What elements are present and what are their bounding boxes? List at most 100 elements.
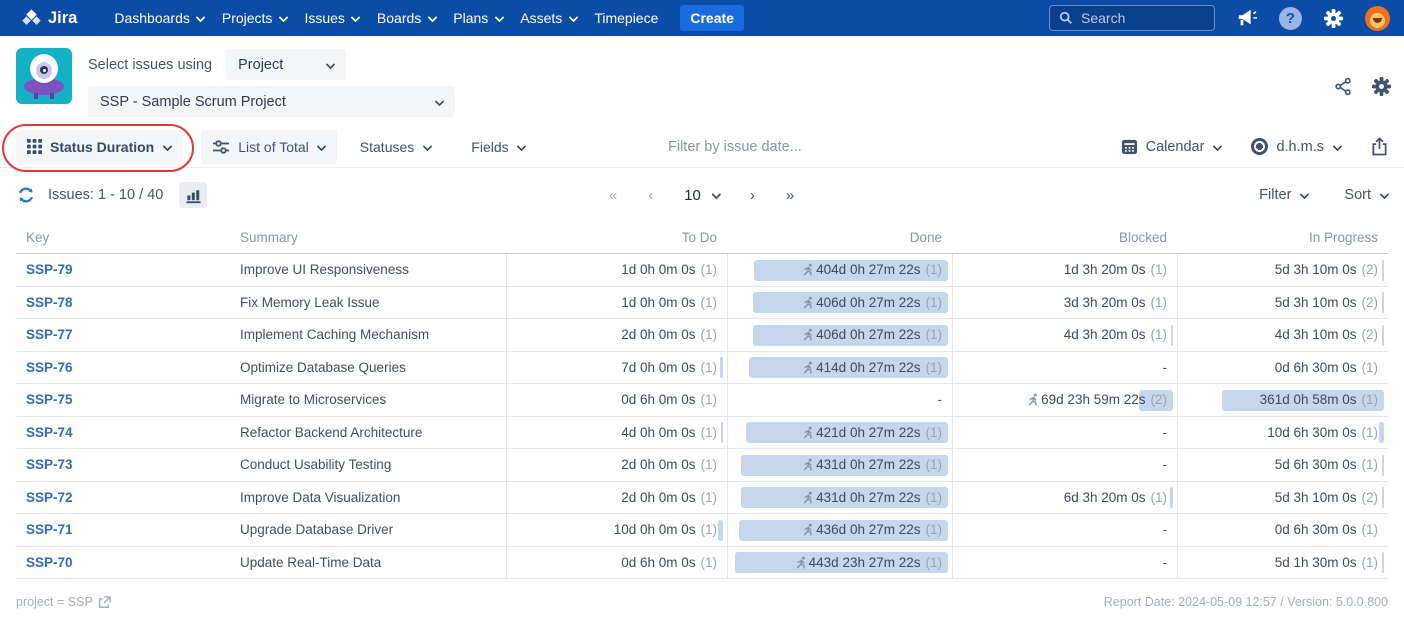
chevron-down-icon [427, 14, 436, 23]
duration-cell-inprogress: 361d 0h 58m 0s(1) [1177, 384, 1388, 416]
duration-count: (1) [1362, 392, 1379, 407]
chevron-down-icon [1212, 142, 1221, 151]
next-page-button[interactable]: › [750, 187, 756, 204]
nav-item-boards[interactable]: Boards [377, 10, 436, 26]
duration-text: 10d 0h 0m 0s [614, 522, 696, 537]
issue-key-link[interactable]: SSP-70 [26, 555, 73, 570]
duration-value: 5d 1h 30m 0s(1) [1275, 555, 1378, 570]
view-type-button[interactable]: List of Total [201, 130, 337, 164]
issue-source-select[interactable]: Project [226, 49, 346, 80]
last-page-button[interactable]: » [786, 187, 795, 204]
sort-button[interactable]: Sort [1344, 187, 1388, 203]
issue-key-link[interactable]: SSP-73 [26, 457, 73, 472]
duration-text: 0d 6h 0m 0s [621, 392, 695, 407]
nav-item-assets[interactable]: Assets [520, 10, 577, 26]
report-type-button[interactable]: Status Duration [16, 130, 182, 164]
statuses-button[interactable]: Statuses [349, 130, 442, 164]
chevron-down-icon [351, 14, 360, 23]
duration-text: 7d 0h 0m 0s [621, 360, 695, 375]
nav-item-issues[interactable]: Issues [304, 10, 359, 26]
page-size-select[interactable]: 10 [684, 187, 720, 204]
fields-button[interactable]: Fields [460, 130, 536, 164]
column-header-blocked[interactable]: Blocked [952, 230, 1177, 245]
issue-key-link[interactable]: SSP-72 [26, 490, 73, 505]
duration-cell-todo: 2d 0h 0m 0s(1) [506, 319, 727, 351]
chevron-down-icon [1299, 191, 1308, 200]
duration-count: (1) [701, 425, 718, 440]
report-settings-icon[interactable] [1371, 76, 1392, 97]
chart-view-button[interactable] [179, 182, 207, 208]
duration-text: 1d 3h 20m 0s [1064, 262, 1146, 277]
duration-cell-inprogress: 4d 3h 10m 0s(2) [1177, 319, 1388, 351]
duration-count: (1) [1151, 262, 1168, 277]
duration-count: (1) [1151, 295, 1168, 310]
nav-item-label: Issues [304, 10, 344, 26]
duration-cell-inprogress: 5d 3h 10m 0s(2) [1177, 254, 1388, 286]
column-header-key[interactable]: Key [16, 230, 230, 245]
issue-key-link[interactable]: SSP-77 [26, 327, 73, 342]
nav-item-projects[interactable]: Projects [222, 10, 288, 26]
create-button[interactable]: Create [680, 5, 744, 31]
settings-icon[interactable] [1323, 8, 1344, 29]
duration-text: 1d 0h 0m 0s [621, 262, 695, 277]
jql-link[interactable]: project = SSP [16, 595, 111, 609]
nav-item-timepiece[interactable]: Timepiece [594, 10, 658, 26]
user-avatar[interactable] [1365, 6, 1390, 31]
chevron-down-icon [1332, 142, 1341, 151]
nav-item-plans[interactable]: Plans [453, 10, 503, 26]
issue-date-filter[interactable]: Filter by issue date... [668, 126, 802, 168]
current-status-runner-icon [801, 523, 814, 536]
issue-summary: Optimize Database Queries [240, 360, 406, 375]
time-format-select[interactable]: d.h.m.s [1251, 138, 1341, 155]
issue-key-link[interactable]: SSP-74 [26, 425, 73, 440]
key-cell: SSP-74 [16, 417, 230, 449]
summary-cell: Upgrade Database Driver [230, 514, 506, 546]
issue-key-link[interactable]: SSP-71 [26, 522, 73, 537]
top-navigation: Jira Dashboards Projects Issues Boards Plans… [0, 0, 1404, 36]
duration-text: 2d 0h 0m 0s [621, 327, 695, 342]
calendar-select[interactable]: Calendar [1121, 138, 1222, 155]
issue-key-link[interactable]: SSP-76 [26, 360, 73, 375]
issue-summary: Improve Data Visualization [240, 490, 400, 505]
duration-count: (1) [1151, 327, 1168, 342]
column-header-to-do[interactable]: To Do [506, 230, 727, 245]
chevron-down-icon [517, 142, 526, 151]
jira-logo[interactable]: Jira [20, 7, 77, 30]
column-header-done[interactable]: Done [727, 230, 952, 245]
search-input[interactable]: Search [1049, 5, 1215, 31]
nav-item-dashboards[interactable]: Dashboards [114, 10, 205, 26]
duration-cell-inprogress: 5d 3h 10m 0s(2) [1177, 287, 1388, 319]
first-page-button[interactable]: « [609, 187, 618, 204]
duration-count: (1) [926, 555, 943, 570]
megaphone-icon[interactable] [1236, 8, 1258, 28]
duration-count: (1) [926, 327, 943, 342]
duration-text: 6d 3h 20m 0s [1064, 490, 1146, 505]
duration-text: 0d 6h 30m 0s [1275, 522, 1357, 537]
summary-cell: Improve UI Responsiveness [230, 254, 506, 286]
issue-key-link[interactable]: SSP-79 [26, 262, 73, 277]
column-header-summary[interactable]: Summary [230, 230, 506, 245]
share-icon[interactable] [1334, 77, 1353, 96]
export-icon[interactable] [1371, 137, 1388, 156]
report-footer: project = SSP Report Date: 2024-05-09 12… [0, 579, 1404, 609]
select-issues-label: Select issues using [88, 57, 212, 73]
current-status-runner-icon [801, 426, 814, 439]
nav-menu: Dashboards Projects Issues Boards Plans Asset… [114, 10, 658, 26]
duration-count: (1) [1362, 425, 1379, 440]
refresh-icon[interactable] [16, 185, 36, 205]
duration-cell-done: 431d 0h 27m 22s(1) [727, 449, 952, 481]
filter-button[interactable]: Filter [1259, 187, 1308, 203]
duration-text: 443d 23h 27m 22s [809, 555, 921, 570]
issue-summary: Migrate to Microservices [240, 392, 386, 407]
issue-key-link[interactable]: SSP-75 [26, 392, 73, 407]
duration-bar [718, 520, 723, 541]
empty-duration: - [1163, 425, 1168, 440]
project-select[interactable]: SSP - Sample Scrum Project [88, 86, 455, 117]
duration-cell-todo: 2d 0h 0m 0s(1) [506, 482, 727, 514]
prev-page-button[interactable]: ‹ [648, 187, 654, 204]
column-header-in-progress[interactable]: In Progress [1177, 230, 1388, 245]
report-meta: Report Date: 2024-05-09 12:57 / Version:… [1104, 595, 1388, 609]
issue-key-link[interactable]: SSP-78 [26, 295, 73, 310]
duration-count: (1) [926, 295, 943, 310]
help-icon[interactable]: ? [1279, 7, 1302, 30]
